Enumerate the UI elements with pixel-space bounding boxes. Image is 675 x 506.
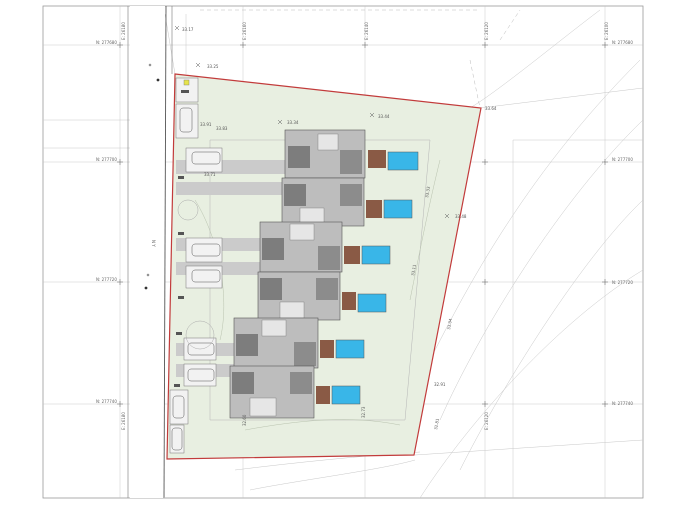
parking-bay (169, 389, 189, 425)
villa-deck (366, 200, 382, 218)
villa-deck (344, 246, 360, 264)
spot-level: 33.71 (204, 172, 216, 177)
frontage-box (178, 176, 184, 179)
villa-pool (335, 339, 365, 359)
driveway (176, 182, 284, 195)
parking-bay (185, 265, 223, 289)
grid-label-east: E: 26100 (604, 22, 609, 40)
villa-room (284, 184, 306, 206)
grid-label-east: E: 26120 (484, 412, 489, 430)
grid-label-east: E: 26160 (242, 22, 247, 40)
villa-deck (342, 292, 356, 310)
frontage-box (178, 296, 184, 299)
villa-deck (316, 386, 330, 404)
villa-room (279, 301, 305, 319)
grid-label-north: N: 277740 (96, 399, 117, 404)
spot-level: 33.17 (182, 27, 194, 32)
grid-label-north: N: 277720 (96, 277, 117, 282)
grid-label-east: E: 26180 (121, 22, 126, 40)
villa-room (318, 246, 340, 270)
frontage-box (178, 232, 184, 235)
villa-room (290, 372, 312, 394)
villa-room (236, 334, 258, 356)
parking-bay (175, 103, 199, 139)
grid-label-north: N: 277700 (96, 157, 117, 162)
villa-room (316, 278, 338, 300)
road: N Y (127, 5, 173, 499)
spot-level: 32.60 (242, 414, 247, 426)
villa-room (249, 397, 277, 417)
villa-deck (368, 150, 386, 168)
spot-level: 33.34 (287, 120, 299, 125)
villa-pool (331, 385, 361, 405)
spot-level: 33.91 (200, 122, 212, 127)
grid-label-north: N: 277720 (612, 280, 633, 285)
spot-level: 33.48 (455, 214, 467, 219)
spot-level: 33.64 (485, 106, 497, 111)
grid-label-north: N: 277680 (96, 40, 117, 45)
grid-label-north: N: 277700 (612, 157, 633, 162)
parking-bay (185, 147, 223, 173)
spot-level: 32.73 (361, 406, 366, 418)
road-surface (130, 6, 165, 498)
villa-deck (320, 340, 334, 358)
spot-level: 33.83 (216, 126, 228, 131)
villa-pool (387, 151, 419, 171)
parking-bay (185, 237, 223, 263)
villa-room (262, 238, 284, 260)
grid-label-north: N: 277740 (612, 401, 633, 406)
grid-label-east: E: 26180 (121, 412, 126, 430)
spot-level: 32.91 (434, 382, 446, 387)
villa-room (294, 342, 316, 366)
villa-pool (361, 245, 391, 265)
villa-room (340, 184, 362, 206)
frontage-box (176, 332, 182, 335)
spot-level: 33.44 (378, 114, 390, 119)
utility-marker (183, 79, 190, 86)
grid-label-east: E: 26140 (364, 22, 369, 40)
villa-pool (357, 293, 387, 313)
frontage-box (181, 90, 189, 93)
frontage-box (174, 384, 180, 387)
villa-pool (383, 199, 413, 219)
road-label: N Y (151, 240, 156, 247)
villa-room (232, 372, 254, 394)
spot-level: 33.04 (446, 318, 453, 331)
villa-room (289, 223, 315, 241)
grid-label-north: N: 277680 (612, 40, 633, 45)
villa-room (260, 278, 282, 300)
villa-room (299, 207, 325, 225)
villa-room (261, 319, 287, 337)
spot-level: 32.81 (433, 418, 440, 431)
site-plan-drawing: N: 277680 N: 277700 N: 277720 N: 277740 … (42, 5, 644, 499)
grid-label-east: E: 26120 (484, 22, 489, 40)
villa-room (288, 146, 310, 168)
villa-room (340, 150, 362, 174)
spot-level: 33.25 (207, 64, 219, 69)
villa-room (317, 133, 339, 151)
parking-bay (183, 363, 217, 387)
